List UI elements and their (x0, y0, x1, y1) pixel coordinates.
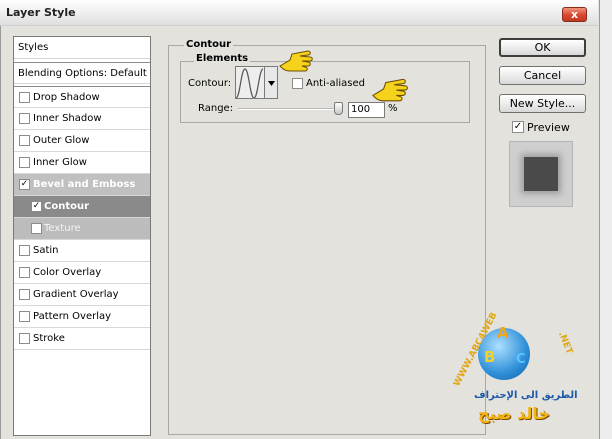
watermark-author: خالد صبح (478, 404, 550, 423)
sidebar-item-contour[interactable]: ✓ Contour (14, 196, 150, 218)
styles-header-label: Styles (18, 42, 49, 53)
range-unit: % (388, 103, 398, 114)
range-slider-track[interactable] (238, 108, 343, 110)
bevel-emboss-label: Bevel and Emboss (33, 179, 136, 190)
inner-glow-label: Inner Glow (33, 157, 87, 168)
sidebar-item-inner-shadow[interactable]: Inner Shadow (14, 108, 150, 130)
sidebar-item-drop-shadow[interactable]: Drop Shadow (14, 86, 150, 108)
gradient-overlay-checkbox[interactable] (19, 289, 30, 300)
sidebar-item-gradient-overlay[interactable]: Gradient Overlay (14, 284, 150, 306)
ok-button[interactable]: OK (499, 38, 586, 57)
satin-checkbox[interactable] (19, 245, 30, 256)
pattern-overlay-label: Pattern Overlay (33, 311, 112, 322)
satin-label: Satin (33, 245, 59, 256)
close-button[interactable]: x (562, 7, 587, 22)
chevron-down-icon (267, 81, 275, 86)
color-overlay-checkbox[interactable] (19, 267, 30, 278)
hand-pointer-icon (371, 78, 408, 102)
sidebar-item-color-overlay[interactable]: Color Overlay (14, 262, 150, 284)
contour-item-label: Contour (44, 201, 90, 212)
range-input[interactable]: 100 (348, 102, 385, 118)
watermark-tagline: الطريق الى الإحتراف (474, 390, 578, 401)
watermark-letter-b: B (484, 348, 496, 366)
drop-shadow-label: Drop Shadow (33, 92, 100, 103)
sidebar-item-stroke[interactable]: Stroke (14, 328, 150, 350)
contour-picker[interactable] (235, 66, 265, 99)
sidebar-item-outer-glow[interactable]: Outer Glow (14, 130, 150, 152)
watermark-letter-c: C (516, 352, 526, 367)
contour-curve-icon (235, 67, 264, 99)
outer-glow-checkbox[interactable] (19, 135, 30, 146)
close-icon: x (570, 8, 579, 21)
sidebar-item-blending-options[interactable]: Blending Options: Default (14, 62, 150, 84)
range-slider-thumb[interactable] (334, 102, 343, 115)
styles-header[interactable]: Styles (14, 37, 150, 59)
cancel-button[interactable]: Cancel (499, 66, 586, 85)
blending-options-label: Blending Options: Default (18, 68, 147, 79)
sidebar-item-inner-glow[interactable]: Inner Glow (14, 152, 150, 174)
anti-aliased-checkbox[interactable] (292, 78, 303, 89)
preview-swatch (524, 157, 558, 191)
preview-checkbox[interactable]: ✓ (512, 121, 524, 133)
drop-shadow-checkbox[interactable] (19, 92, 30, 103)
anti-aliased-label: Anti-aliased (306, 78, 366, 89)
watermark-url-right: .NET (556, 330, 574, 356)
gradient-overlay-label: Gradient Overlay (33, 289, 119, 300)
contour-group-title: Contour (184, 39, 234, 50)
watermark-letter-a: A (497, 324, 509, 342)
contour-checkbox[interactable]: ✓ (31, 201, 42, 212)
preview-label: Preview (527, 121, 570, 134)
sidebar-item-bevel-emboss[interactable]: ✓ Bevel and Emboss (14, 174, 150, 196)
inner-shadow-label: Inner Shadow (33, 113, 102, 124)
sidebar-item-pattern-overlay[interactable]: Pattern Overlay (14, 306, 150, 328)
outer-glow-label: Outer Glow (33, 135, 90, 146)
range-label: Range: (198, 103, 234, 114)
preview-thumbnail (509, 141, 573, 207)
sidebar-item-satin[interactable]: Satin (14, 240, 150, 262)
title-bar: Layer Style x (0, 0, 598, 26)
styles-list: Styles Blending Options: Default Drop Sh… (13, 36, 151, 436)
inner-glow-checkbox[interactable] (19, 157, 30, 168)
contour-dropdown-button[interactable] (265, 66, 278, 99)
background-strip (600, 0, 612, 439)
texture-checkbox[interactable] (31, 223, 42, 234)
stroke-checkbox[interactable] (19, 333, 30, 344)
watermark-logo: A B C WWW.ABC4WEB .NET الطريق الى الإحتر… (452, 311, 596, 434)
color-overlay-label: Color Overlay (33, 267, 102, 278)
elements-group-title: Elements (194, 53, 251, 64)
contour-label: Contour: (188, 78, 232, 89)
sidebar-item-texture[interactable]: Texture (14, 218, 150, 240)
window-title: Layer Style (6, 6, 76, 19)
inner-shadow-checkbox[interactable] (19, 113, 30, 124)
hand-pointer-icon (279, 50, 313, 72)
stroke-label: Stroke (33, 333, 65, 344)
bevel-emboss-checkbox[interactable]: ✓ (19, 179, 30, 190)
pattern-overlay-checkbox[interactable] (19, 311, 30, 322)
new-style-button[interactable]: New Style... (499, 94, 586, 113)
texture-label: Texture (44, 223, 81, 234)
